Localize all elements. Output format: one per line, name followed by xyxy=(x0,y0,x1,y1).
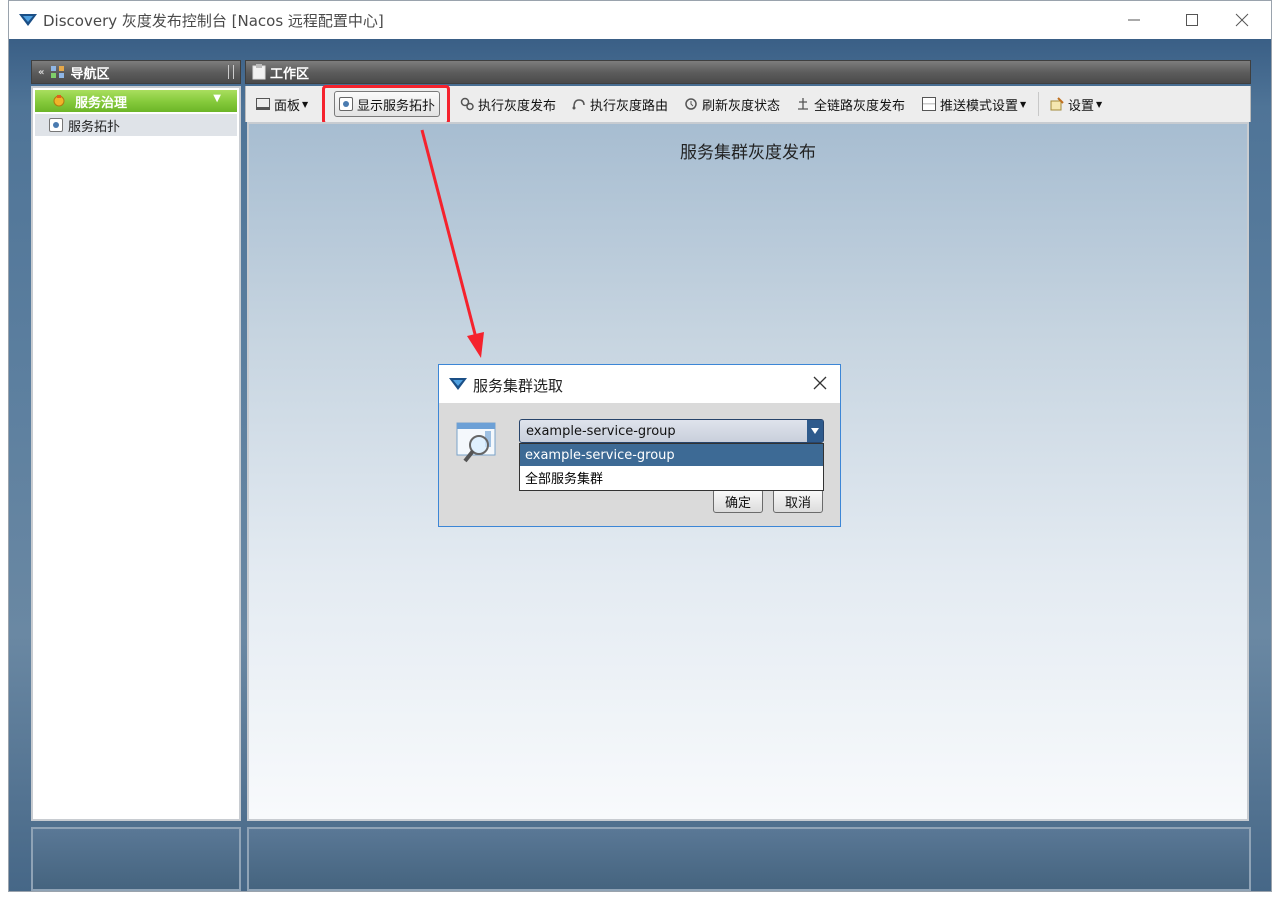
settings-button[interactable]: 设置 ▼ xyxy=(1050,86,1102,122)
settings-icon xyxy=(1050,97,1064,111)
push-mode-label: 推送模式设置 xyxy=(940,98,1019,114)
service-cluster-select[interactable]: example-service-group xyxy=(519,419,824,443)
nav-header-label: 导航区 xyxy=(70,66,110,82)
nav-item-service-topology[interactable]: 服务拓扑 xyxy=(35,114,237,136)
app-logo-icon xyxy=(19,14,37,26)
highlight-box xyxy=(322,85,450,125)
nav-item-label: 服务拓扑 xyxy=(68,119,121,135)
nav-panel: « 导航区 服务治理 ▼ 服务拓扑 xyxy=(31,60,241,821)
minimize-icon xyxy=(1128,19,1140,21)
exec-gray-release-label: 执行灰度发布 xyxy=(478,98,557,114)
canvas-title: 服务集群灰度发布 xyxy=(680,143,816,163)
exec-gray-route-button[interactable]: 执行灰度路由 xyxy=(572,86,668,122)
close-icon xyxy=(1235,13,1249,27)
dropdown-arrow-icon: ▼ xyxy=(302,99,309,109)
push-mode-icon xyxy=(922,97,936,111)
dialog-title-bar[interactable]: 服务集群选取 xyxy=(439,365,840,403)
dropdown-arrow-icon: ▼ xyxy=(1020,99,1027,109)
title-bar: Discovery 灰度发布控制台 [Nacos 远程配置中心] xyxy=(9,1,1271,39)
push-mode-settings-button[interactable]: 推送模式设置 ▼ xyxy=(922,86,1026,122)
ok-button[interactable]: 确定 xyxy=(713,489,763,513)
link-scale-icon xyxy=(798,98,808,110)
dialog-logo-icon xyxy=(449,378,467,390)
select-dropdown-list: example-service-group 全部服务集群 xyxy=(519,443,824,491)
full-link-release-button[interactable]: 全链路灰度发布 xyxy=(796,86,905,122)
exec-gray-route-label: 执行灰度路由 xyxy=(590,98,669,114)
search-window-icon xyxy=(456,422,496,463)
settings-label: 设置 xyxy=(1068,98,1095,114)
maximize-icon xyxy=(1186,14,1198,26)
topology-icon xyxy=(49,118,63,132)
refresh-gray-status-label: 刷新灰度状态 xyxy=(702,98,781,114)
minimize-button[interactable] xyxy=(1105,1,1163,39)
nav-header: « 导航区 xyxy=(31,60,241,84)
panel-icon xyxy=(256,98,270,110)
nav-group-label: 服务治理 xyxy=(75,95,128,111)
dropdown-arrow-icon: ▼ xyxy=(1096,99,1103,109)
work-header-label: 工作区 xyxy=(270,66,310,82)
dropdown-option[interactable]: 全部服务集群 xyxy=(520,466,823,488)
select-value: example-service-group xyxy=(526,423,676,439)
exec-gray-release-button[interactable]: 执行灰度发布 xyxy=(460,86,556,122)
cancel-button[interactable]: 取消 xyxy=(773,489,823,513)
window-title: Discovery 灰度发布控制台 [Nacos 远程配置中心] xyxy=(43,12,384,30)
refresh-gray-status-button[interactable]: 刷新灰度状态 xyxy=(684,86,780,122)
close-window-button[interactable] xyxy=(1213,1,1271,39)
service-governance-icon xyxy=(53,95,65,107)
panel-menu-button[interactable]: 面板 ▼ xyxy=(256,86,308,122)
close-icon[interactable] xyxy=(810,373,830,393)
work-bottom-strip xyxy=(247,827,1251,891)
nav-tree-icon xyxy=(51,66,65,78)
collapse-icon[interactable]: « xyxy=(38,67,44,78)
route-icon xyxy=(572,99,585,110)
refresh-icon xyxy=(685,98,697,110)
nav-group-service-governance[interactable]: 服务治理 ▼ xyxy=(35,90,237,112)
full-link-release-label: 全链路灰度发布 xyxy=(814,98,906,114)
chevron-down-icon: ▼ xyxy=(213,93,221,104)
nav-bottom-strip xyxy=(31,827,241,891)
nav-splitter-handle[interactable] xyxy=(228,65,234,79)
toolbar: 面板 ▼ 显示服务拓扑 执行灰度发布 执行灰度路由 刷新灰度状态 全链路灰度发布… xyxy=(245,85,1251,125)
gears-icon xyxy=(460,97,474,111)
panel-label: 面板 xyxy=(274,98,301,114)
toolbar-separator xyxy=(1038,92,1039,116)
nav-body: 服务治理 ▼ 服务拓扑 xyxy=(31,86,241,821)
clipboard-icon xyxy=(252,64,266,80)
work-header: 工作区 xyxy=(245,60,1251,84)
chevron-down-icon[interactable] xyxy=(807,420,823,442)
dropdown-option[interactable]: example-service-group xyxy=(520,444,823,466)
dialog-title: 服务集群选取 xyxy=(473,377,564,395)
service-cluster-dialog: 服务集群选取 example-service-group example-ser… xyxy=(438,364,841,527)
